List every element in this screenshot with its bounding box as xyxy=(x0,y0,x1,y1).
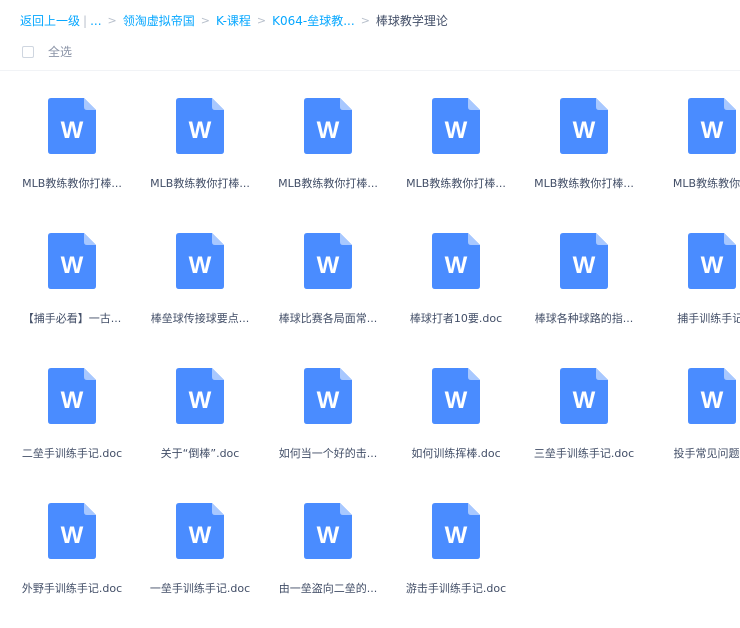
word-doc-icon: W xyxy=(688,368,736,424)
svg-text:W: W xyxy=(317,387,340,414)
svg-text:W: W xyxy=(61,117,84,144)
svg-text:W: W xyxy=(701,387,724,414)
file-item[interactable]: W 外野手训练手记.doc xyxy=(10,503,134,615)
file-name[interactable]: 棒球各种球路的指... xyxy=(522,311,646,327)
svg-text:W: W xyxy=(189,252,212,279)
svg-text:W: W xyxy=(61,252,84,279)
file-item[interactable]: W 由一垒盗向二垒的... xyxy=(266,503,390,615)
word-doc-icon: W xyxy=(176,98,224,154)
word-doc-icon: W xyxy=(688,98,736,154)
svg-text:W: W xyxy=(445,522,468,549)
svg-text:W: W xyxy=(573,117,596,144)
svg-text:W: W xyxy=(189,117,212,144)
file-name[interactable]: MLB教练教你打棒... xyxy=(522,176,646,192)
word-doc-icon: W xyxy=(48,503,96,559)
svg-text:W: W xyxy=(445,387,468,414)
word-doc-icon: W xyxy=(176,368,224,424)
file-item[interactable]: W 游击手训练手记.doc xyxy=(394,503,518,615)
svg-text:W: W xyxy=(61,522,84,549)
svg-text:W: W xyxy=(317,522,340,549)
file-name[interactable]: 外野手训练手记.doc xyxy=(10,581,134,597)
file-item[interactable]: W 捕手训练手记. xyxy=(650,233,740,345)
file-item[interactable]: W 如何当一个好的击... xyxy=(266,368,390,480)
file-item[interactable]: W MLB教练教你打棒... xyxy=(522,98,646,210)
file-name[interactable]: 如何当一个好的击... xyxy=(266,446,390,462)
word-doc-icon: W xyxy=(304,233,352,289)
word-doc-icon: W xyxy=(48,233,96,289)
word-doc-icon: W xyxy=(560,233,608,289)
word-doc-icon: W xyxy=(560,368,608,424)
word-doc-icon: W xyxy=(432,368,480,424)
file-browser-page: 返回上一级 | ... > 领淘虚拟帝国 > K-课程 > K064-垒球教..… xyxy=(0,0,740,628)
file-name[interactable]: 棒球打者10要.doc xyxy=(394,311,518,327)
file-item[interactable]: W MLB教练教你打棒... xyxy=(266,98,390,210)
word-doc-icon: W xyxy=(432,98,480,154)
file-name[interactable]: 游击手训练手记.doc xyxy=(394,581,518,597)
svg-text:W: W xyxy=(701,252,724,279)
svg-text:W: W xyxy=(317,117,340,144)
svg-text:W: W xyxy=(701,117,724,144)
file-name[interactable]: MLB教练教你打棒... xyxy=(394,176,518,192)
svg-text:W: W xyxy=(61,387,84,414)
file-item[interactable]: W 【捕手必看】一古... xyxy=(10,233,134,345)
svg-text:W: W xyxy=(573,387,596,414)
word-doc-icon: W xyxy=(432,233,480,289)
svg-text:W: W xyxy=(445,117,468,144)
file-name[interactable]: 棒垒球传接球要点... xyxy=(138,311,262,327)
word-doc-icon: W xyxy=(48,368,96,424)
file-item[interactable]: W 一垒手训练手记.doc xyxy=(138,503,262,615)
file-item[interactable]: W MLB教练教你打 xyxy=(650,98,740,210)
file-name[interactable]: MLB教练教你打 xyxy=(650,176,740,192)
word-doc-icon: W xyxy=(176,233,224,289)
word-doc-icon: W xyxy=(432,503,480,559)
file-name[interactable]: 一垒手训练手记.doc xyxy=(138,581,262,597)
file-name[interactable]: 由一垒盗向二垒的... xyxy=(266,581,390,597)
file-item[interactable]: W MLB教练教你打棒... xyxy=(10,98,134,210)
file-item[interactable]: W 如何训练挥棒.doc xyxy=(394,368,518,480)
svg-text:W: W xyxy=(573,252,596,279)
svg-text:W: W xyxy=(445,252,468,279)
file-item[interactable]: W MLB教练教你打棒... xyxy=(394,98,518,210)
word-doc-icon: W xyxy=(304,98,352,154)
file-name[interactable]: MLB教练教你打棒... xyxy=(10,176,134,192)
file-item[interactable]: W 棒球打者10要.doc xyxy=(394,233,518,345)
file-item[interactable]: W 投手常见问题解 xyxy=(650,368,740,480)
word-doc-icon: W xyxy=(688,233,736,289)
file-name[interactable]: MLB教练教你打棒... xyxy=(266,176,390,192)
file-item[interactable]: W 棒垒球传接球要点... xyxy=(138,233,262,345)
word-doc-icon: W xyxy=(560,98,608,154)
file-item[interactable]: W 棒球各种球路的指... xyxy=(522,233,646,345)
file-grid: W MLB教练教你打棒... W MLB教练教你打棒... W MLB教练教你打棒... W… xyxy=(0,0,740,628)
svg-text:W: W xyxy=(189,387,212,414)
file-name[interactable]: 如何训练挥棒.doc xyxy=(394,446,518,462)
file-item[interactable]: W 关于“倒棒”.doc xyxy=(138,368,262,480)
file-item[interactable]: W 棒球比赛各局面常... xyxy=(266,233,390,345)
file-item[interactable]: W 三垒手训练手记.doc xyxy=(522,368,646,480)
file-name[interactable]: 投手常见问题解 xyxy=(650,446,740,462)
file-name[interactable]: 【捕手必看】一古... xyxy=(10,311,134,327)
word-doc-icon: W xyxy=(304,503,352,559)
file-name[interactable]: 关于“倒棒”.doc xyxy=(138,446,262,462)
file-item[interactable]: W 二垒手训练手记.doc xyxy=(10,368,134,480)
file-name[interactable]: 三垒手训练手记.doc xyxy=(522,446,646,462)
file-name[interactable]: 二垒手训练手记.doc xyxy=(10,446,134,462)
file-name[interactable]: MLB教练教你打棒... xyxy=(138,176,262,192)
word-doc-icon: W xyxy=(304,368,352,424)
svg-text:W: W xyxy=(189,522,212,549)
word-doc-icon: W xyxy=(176,503,224,559)
file-name[interactable]: 棒球比赛各局面常... xyxy=(266,311,390,327)
svg-text:W: W xyxy=(317,252,340,279)
file-name[interactable]: 捕手训练手记. xyxy=(650,311,740,327)
file-item[interactable]: W MLB教练教你打棒... xyxy=(138,98,262,210)
word-doc-icon: W xyxy=(48,98,96,154)
